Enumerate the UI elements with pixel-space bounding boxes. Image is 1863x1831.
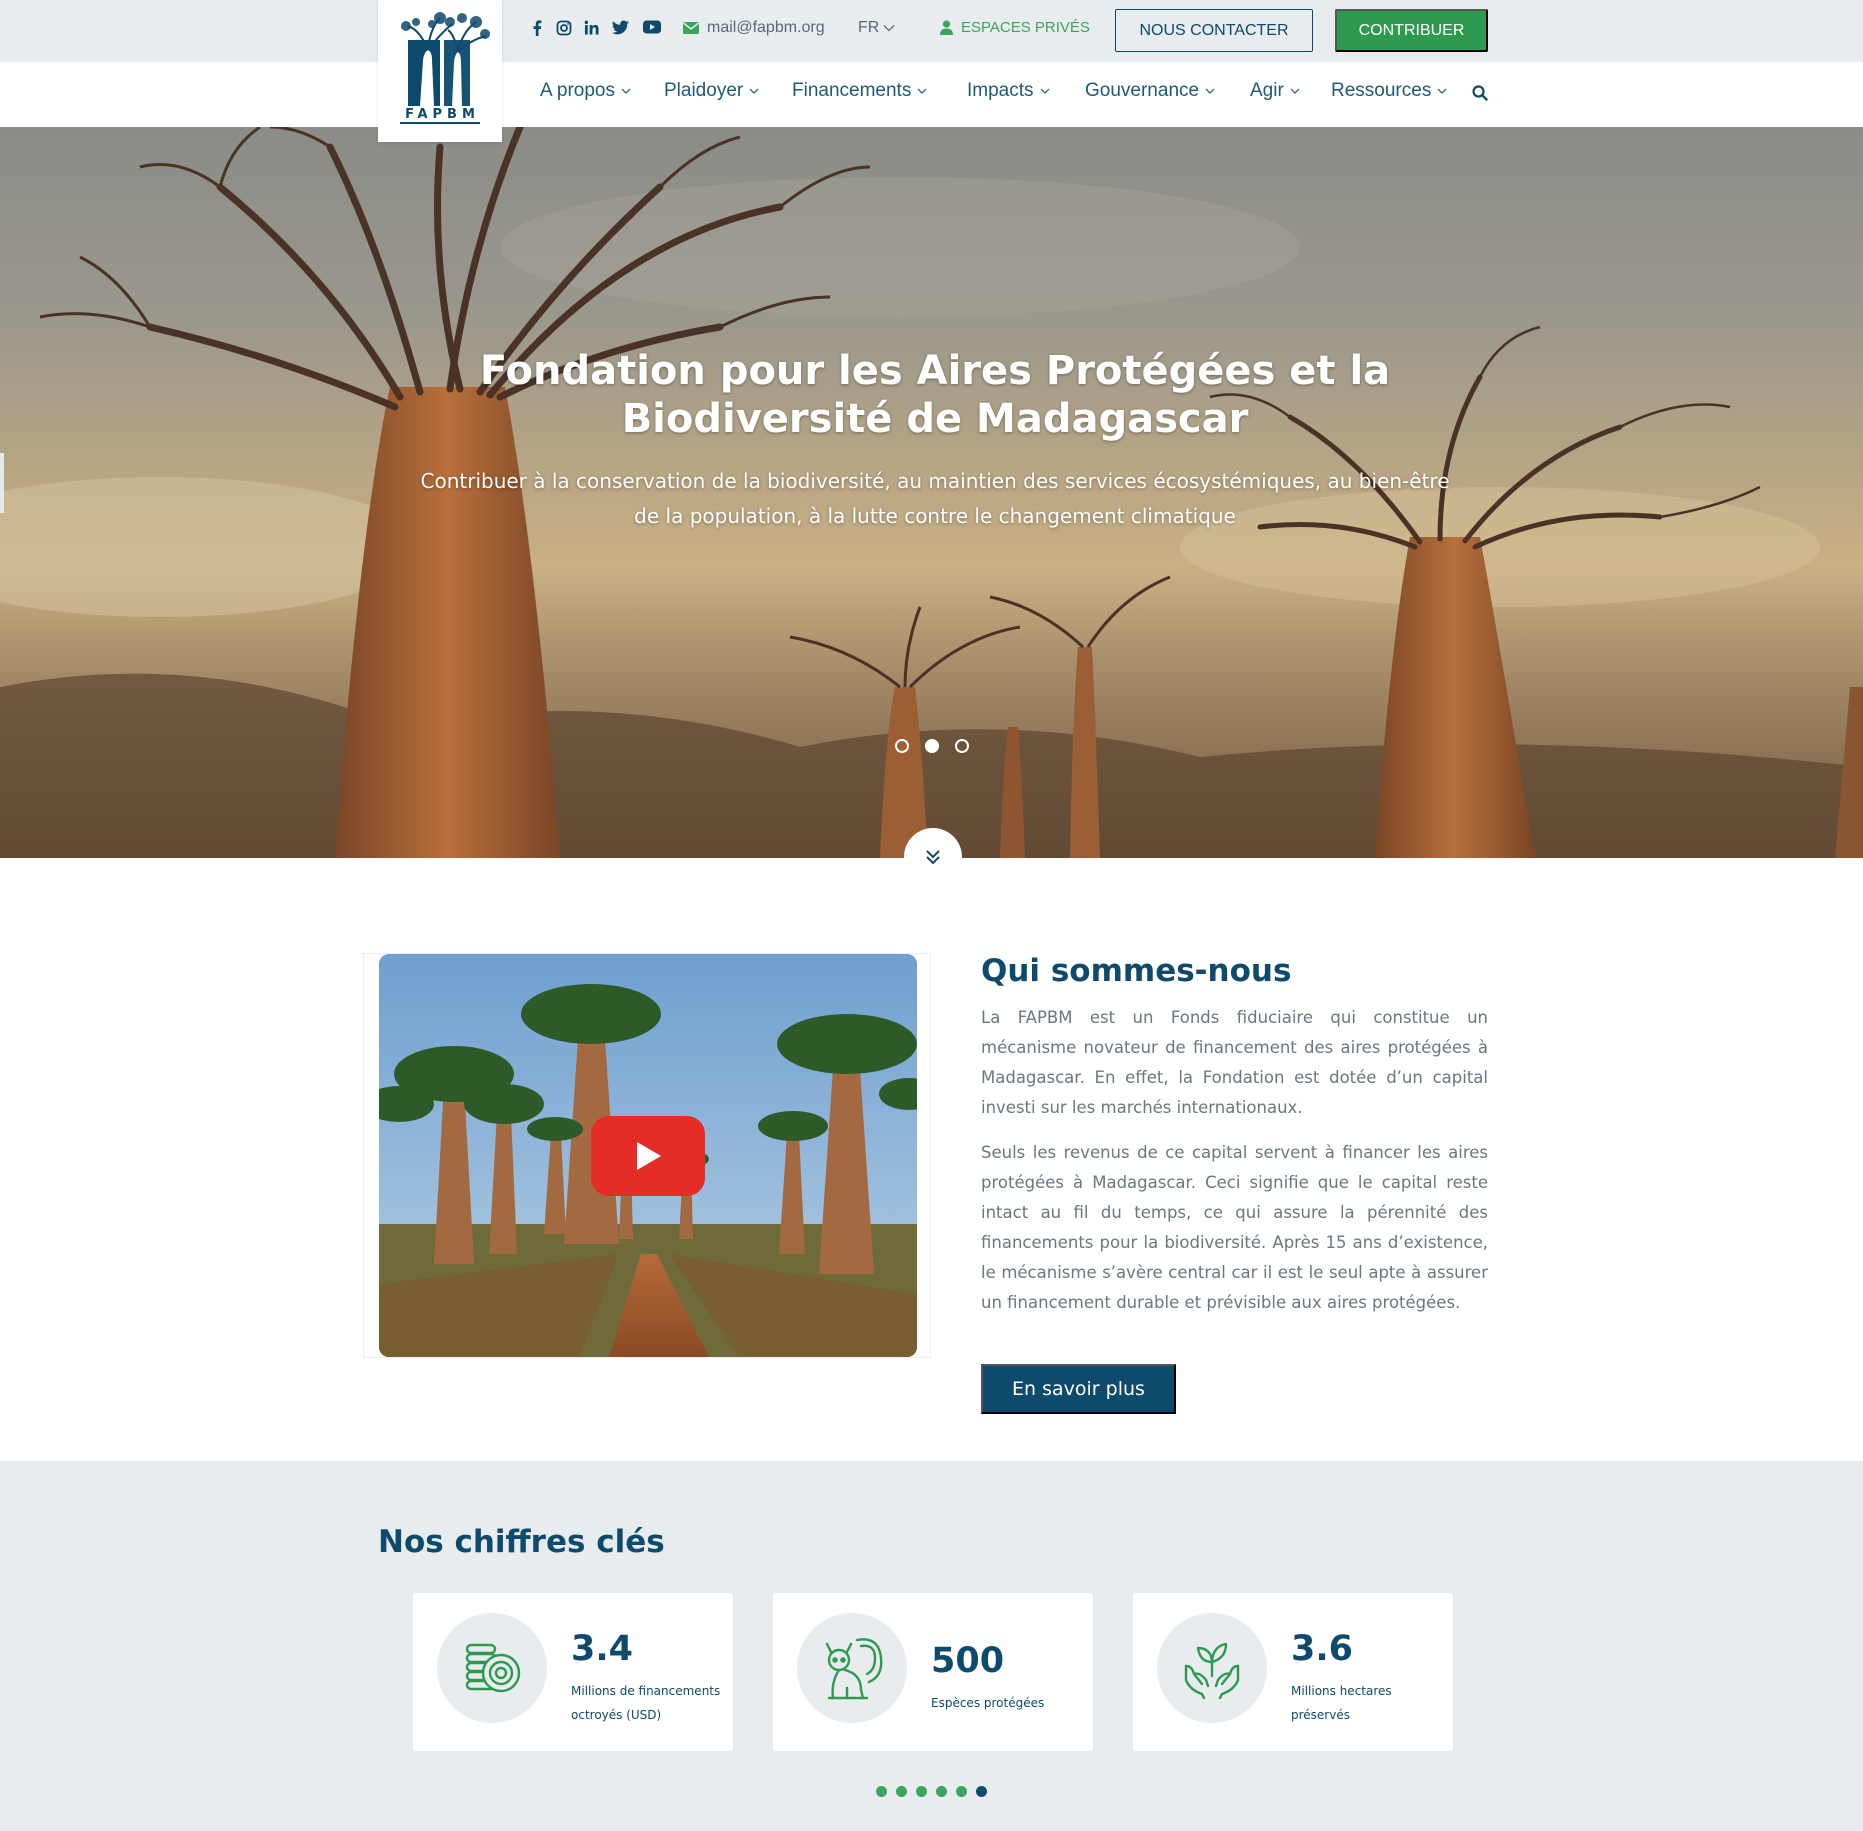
language-selector[interactable]: FR — [858, 19, 895, 37]
nav-item-label: Ressources — [1331, 80, 1432, 101]
stat-card: 3.4 Millions de financements octroyés (U… — [413, 1593, 733, 1751]
chevron-down-icon — [1437, 88, 1447, 94]
nav-item-financements[interactable]: Financements — [792, 80, 927, 102]
nav-item-agir[interactable]: Agir — [1250, 80, 1300, 102]
email-text: mail@fapbm.org — [707, 19, 825, 36]
chevron-down-icon — [1290, 88, 1300, 94]
carousel-dot[interactable] — [896, 1786, 907, 1797]
top-bar — [0, 0, 1863, 62]
nav-item-plaidoyer[interactable]: Plaidoyer — [664, 80, 759, 102]
contribute-button[interactable]: CONTRIBUER — [1335, 9, 1488, 52]
twitter-icon[interactable] — [612, 20, 629, 35]
chevron-down-icon — [749, 88, 759, 94]
youtube-icon[interactable] — [643, 20, 661, 34]
stat-icon-circle — [1157, 1613, 1267, 1723]
stat-value: 3.6 — [1291, 1629, 1354, 1669]
hero-subtitle: Contribuer à la conservation de la biodi… — [420, 469, 1450, 528]
stats-carousel-dots — [0, 1786, 1863, 1797]
side-tab[interactable] — [0, 453, 4, 513]
chevron-down-icon — [1040, 88, 1049, 94]
carousel-dot[interactable] — [936, 1786, 947, 1797]
about-paragraph-2: Seuls les revenus de ce capital servent … — [981, 1143, 1488, 1312]
nav-item-a-propos[interactable]: A propos — [540, 80, 631, 102]
envelope-icon — [683, 22, 699, 34]
play-icon — [637, 1142, 661, 1170]
video-frame — [363, 953, 931, 1358]
instagram-icon[interactable] — [556, 20, 572, 36]
stat-card: 3.6 Millions hectares préservés — [1133, 1593, 1453, 1751]
carousel-dot[interactable] — [876, 1786, 887, 1797]
logo-text: FAPBM — [400, 107, 480, 124]
stat-label: Millions de financements octroyés (USD) — [571, 1684, 721, 1722]
stat-label: Espèces protégées — [931, 1696, 1045, 1710]
hands-plant-icon — [1184, 1642, 1240, 1700]
stat-label: Millions hectares préservés — [1291, 1684, 1392, 1722]
slider-dot[interactable] — [954, 739, 969, 753]
linkedin-icon[interactable] — [584, 20, 599, 35]
nav-item-label: Agir — [1250, 80, 1284, 101]
nav-item-ressources[interactable]: Ressources — [1331, 80, 1447, 102]
nav-item-label: A propos — [540, 80, 615, 101]
carousel-dot[interactable] — [956, 1786, 967, 1797]
stat-card: 500 Espèces protégées — [773, 1593, 1093, 1751]
nav-item-label: Financements — [792, 80, 912, 101]
slider-dot[interactable] — [894, 739, 909, 753]
language-label: FR — [858, 19, 880, 36]
video-player[interactable] — [379, 954, 917, 1357]
chevron-down-icon — [917, 88, 927, 94]
nav-item-label: Gouvernance — [1085, 80, 1200, 101]
stat-icon-circle — [797, 1613, 907, 1723]
user-icon — [940, 20, 953, 35]
search-icon[interactable] — [1472, 85, 1488, 106]
nav-item-label: Plaidoyer — [664, 80, 744, 101]
double-chevron-down-icon — [926, 850, 940, 865]
site-logo[interactable]: FAPBM — [378, 0, 502, 142]
facebook-icon[interactable] — [532, 20, 542, 36]
lemur-icon — [825, 1638, 883, 1700]
hero-slider: Fondation pour les Aires Protégées et la… — [0, 127, 1863, 858]
private-spaces-link[interactable]: ESPACES PRIVÉS — [940, 19, 1090, 36]
learn-more-button[interactable]: En savoir plus — [981, 1364, 1176, 1414]
main-navbar — [0, 62, 1863, 127]
chevron-down-icon — [883, 25, 895, 32]
baobab-logo-icon — [401, 12, 490, 106]
hero-title: Fondation pour les Aires Protégées et la… — [479, 348, 1391, 442]
slider-dot-active[interactable] — [924, 739, 939, 753]
carousel-dot[interactable] — [916, 1786, 927, 1797]
coins-icon — [465, 1643, 521, 1693]
play-button[interactable] — [591, 1116, 705, 1196]
nav-item-label: Impacts — [967, 80, 1034, 101]
private-spaces-label: ESPACES PRIVÉS — [961, 19, 1090, 36]
contact-button[interactable]: NOUS CONTACTER — [1115, 9, 1313, 52]
nav-item-gouvernance[interactable]: Gouvernance — [1085, 80, 1215, 102]
email-link[interactable]: mail@fapbm.org — [683, 19, 825, 37]
key-figures-title: Nos chiffres clés — [378, 1524, 665, 1560]
chevron-down-icon — [1205, 88, 1215, 94]
scroll-down-button[interactable] — [904, 828, 962, 886]
chevron-down-icon — [621, 88, 631, 94]
about-paragraph-1: La FAPBM est un Fonds fiduciaire qui con… — [981, 1008, 1488, 1117]
hero-slider-dots — [0, 739, 1863, 753]
stat-icon-circle — [437, 1613, 547, 1723]
stat-value: 500 — [931, 1641, 1005, 1681]
about-title: Qui sommes-nous — [981, 953, 1292, 989]
stat-value: 3.4 — [571, 1629, 634, 1669]
nav-item-impacts[interactable]: Impacts — [967, 80, 1050, 102]
carousel-dot-active[interactable] — [976, 1786, 987, 1797]
